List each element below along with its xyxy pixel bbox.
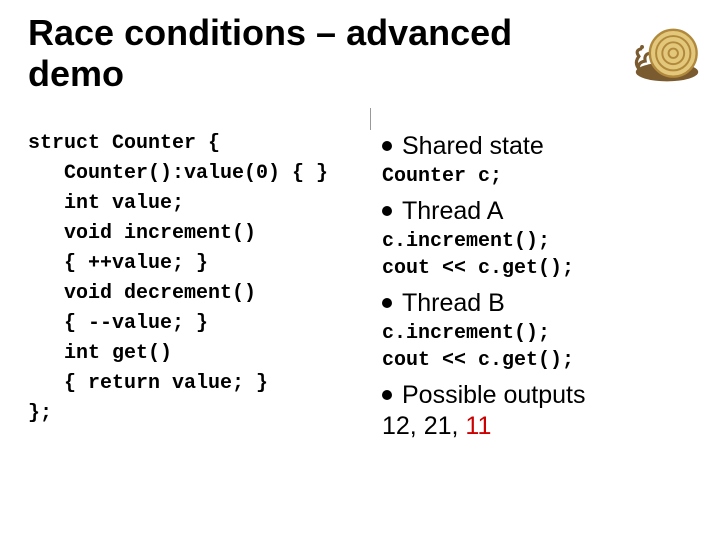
code-thread-a: c.increment(); cout << c.get();	[382, 228, 692, 282]
bullet-label: Possible outputs	[402, 380, 585, 410]
code-thread-b: c.increment(); cout << c.get();	[382, 320, 692, 374]
counter-struct-code: struct Counter { Counter():value(0) { } …	[28, 129, 358, 429]
bullet-icon	[382, 298, 392, 308]
bullet-label: Shared state	[402, 131, 544, 161]
bullet-thread-a: Thread A	[382, 196, 692, 226]
bullet-shared-state: Shared state	[382, 131, 692, 161]
bullet-thread-b: Thread B	[382, 288, 692, 318]
right-column: Shared state Counter c; Thread A c.incre…	[382, 129, 692, 441]
code-shared-state: Counter c;	[382, 163, 692, 190]
outputs-normal: 12, 21,	[382, 412, 465, 440]
bullet-icon	[382, 141, 392, 151]
slide: Race conditions – advanced demo struct C…	[0, 0, 720, 540]
snail-icon	[628, 8, 706, 86]
title-divider	[370, 108, 371, 130]
content-row: struct Counter { Counter():value(0) { } …	[28, 129, 692, 441]
bullet-icon	[382, 206, 392, 216]
bullet-label: Thread A	[402, 196, 503, 226]
left-column: struct Counter { Counter():value(0) { } …	[28, 129, 358, 441]
bullet-label: Thread B	[402, 288, 505, 318]
bullet-possible-outputs: Possible outputs	[382, 380, 692, 410]
slide-title: Race conditions – advanced demo	[28, 12, 588, 95]
possible-outputs: 12, 21, 11	[382, 412, 692, 441]
outputs-highlight: 11	[465, 412, 491, 440]
bullet-icon	[382, 390, 392, 400]
